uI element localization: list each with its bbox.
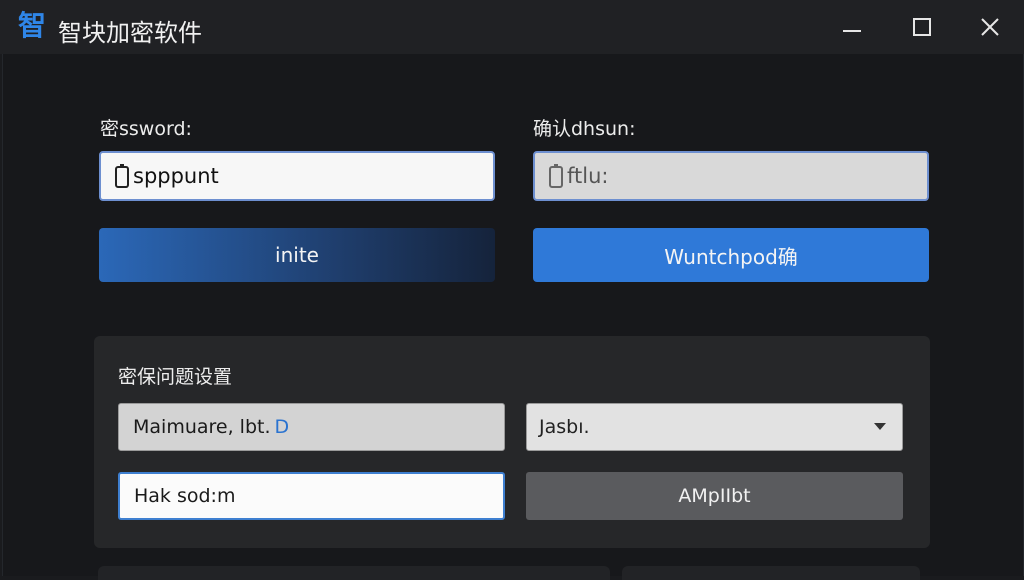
- security-question-accent: D: [274, 416, 290, 438]
- question-select[interactable]: Jasbı.: [526, 403, 903, 451]
- minimize-button[interactable]: [830, 10, 874, 44]
- question-select-value: Jasbı.: [539, 416, 590, 438]
- password-input[interactable]: spppunt: [99, 151, 495, 201]
- apply-button[interactable]: AMpIIbt: [526, 472, 903, 520]
- title-bar: 智 智块加密软件: [0, 0, 1024, 54]
- lower-panel-left: [98, 566, 610, 580]
- minimize-icon: [843, 30, 861, 32]
- security-answer-input[interactable]: Hak sod:m: [118, 472, 505, 520]
- app-logo-icon: 智: [18, 9, 47, 42]
- close-icon: [981, 18, 999, 36]
- password-value: spppunt: [133, 164, 219, 188]
- confirm-value: ftlu:: [567, 164, 609, 188]
- password-label: 密ssword:: [100, 118, 192, 140]
- maximize-icon: [913, 18, 931, 36]
- phone-icon: [115, 164, 129, 188]
- confirm-input[interactable]: ftlu:: [533, 151, 929, 201]
- security-question-input[interactable]: Maimuare, lbt. D: [118, 403, 505, 451]
- confirm-button[interactable]: Wuntchpod确: [533, 228, 929, 282]
- maximize-button[interactable]: [900, 10, 944, 44]
- security-answer-value: Hak sod:m: [134, 485, 236, 507]
- close-button[interactable]: [968, 10, 1012, 44]
- chevron-down-icon: [874, 423, 886, 430]
- init-button[interactable]: inite: [99, 228, 495, 282]
- security-question-value: Maimuare, lbt.: [133, 416, 271, 438]
- window-title: 智块加密软件: [58, 19, 202, 47]
- security-question-title: 密保问题设置: [118, 366, 233, 388]
- confirm-label: 确认dhsun:: [533, 118, 636, 140]
- phone-icon: [549, 164, 563, 188]
- lower-panel-right: [622, 566, 920, 580]
